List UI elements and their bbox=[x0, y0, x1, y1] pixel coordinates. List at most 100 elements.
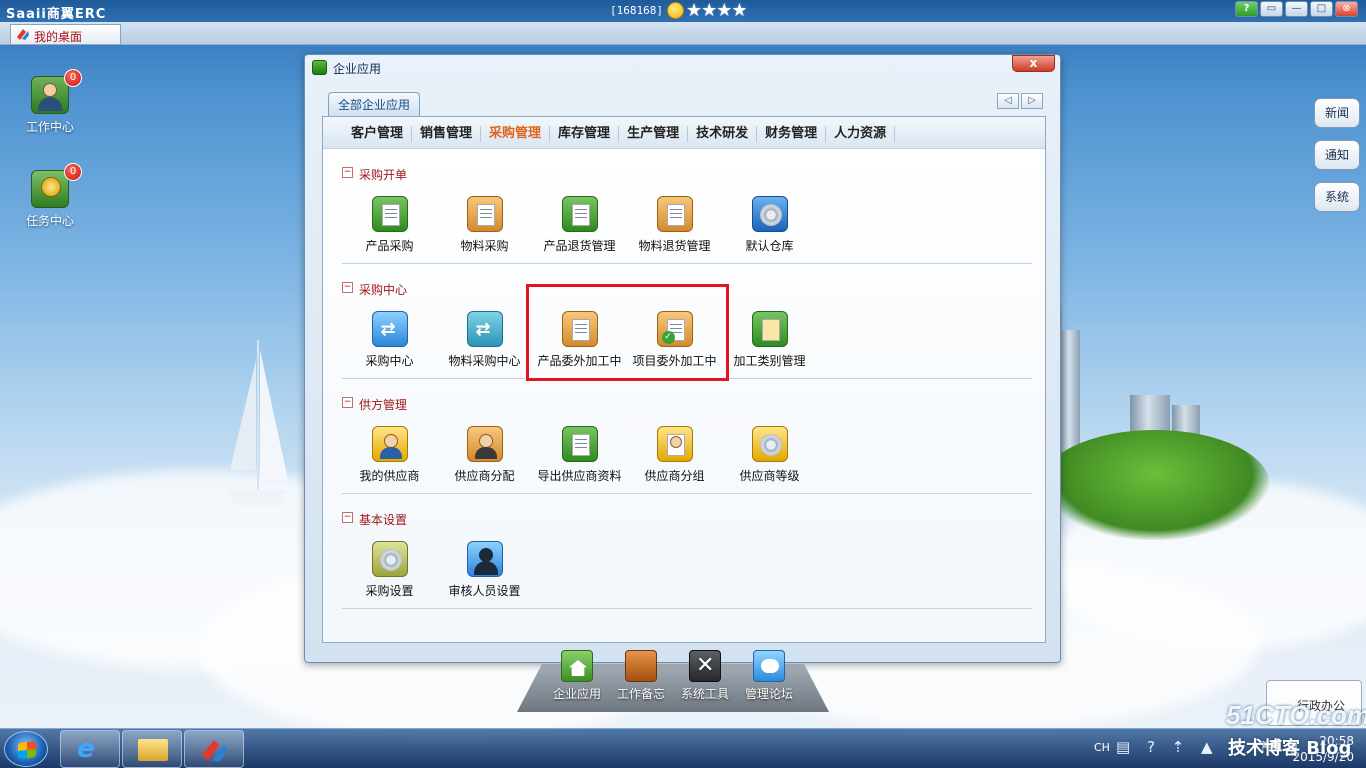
home-icon bbox=[561, 650, 593, 682]
app-my-suppliers[interactable]: 我的供应商 bbox=[342, 426, 437, 484]
chat-bubble-icon bbox=[753, 650, 785, 682]
app-dock: 企业应用 工作备忘 ✕ 系统工具 管理论坛 bbox=[517, 650, 829, 712]
app-processing-category[interactable]: 加工类别管理 bbox=[722, 311, 817, 369]
app-product-return[interactable]: 产品退货管理 bbox=[532, 196, 627, 254]
smiley-icon bbox=[667, 2, 684, 19]
minimize-button[interactable]: — bbox=[1285, 1, 1308, 17]
category-inventory[interactable]: 库存管理 bbox=[550, 126, 620, 142]
app-supplier-levels[interactable]: 供应商等级 bbox=[722, 426, 817, 484]
user-silhouette-icon bbox=[466, 541, 503, 577]
desktop-icon-work-center[interactable]: 0 工作中心 bbox=[20, 69, 82, 135]
exchange-arrows-icon: ⇄ bbox=[466, 311, 503, 347]
watermark-51cto: 51CTO.com bbox=[1226, 700, 1366, 730]
category-rnd[interactable]: 技术研发 bbox=[688, 126, 758, 142]
collapse-icon[interactable]: − bbox=[342, 512, 353, 523]
highlight-annotation bbox=[526, 284, 729, 381]
windows-logo-icon bbox=[18, 741, 36, 759]
person-icon bbox=[371, 426, 408, 462]
dock-enterprise-apps[interactable]: 企业应用 bbox=[547, 650, 607, 702]
category-finance[interactable]: 财务管理 bbox=[757, 126, 827, 142]
app-product-purchase[interactable]: 产品采购 bbox=[342, 196, 437, 254]
news-button[interactable]: 新闻 bbox=[1314, 98, 1360, 128]
dock-work-memo[interactable]: 工作备忘 bbox=[611, 650, 671, 702]
notification-badge: 0 bbox=[64, 163, 82, 181]
scroll-left-button[interactable]: ◁ bbox=[997, 93, 1019, 109]
gear-icon bbox=[751, 196, 788, 232]
gear-icon bbox=[751, 426, 788, 462]
desktop-icon-task-center[interactable]: 0 任务中心 bbox=[20, 163, 82, 229]
rating-stars: ★★★★ bbox=[686, 0, 748, 21]
taskbar-ie[interactable]: e bbox=[60, 730, 120, 768]
app-material-purchase-center[interactable]: ⇄ 物料采购中心 bbox=[437, 311, 532, 369]
sailboat-decoration bbox=[226, 340, 288, 505]
category-purchase[interactable]: 采购管理 bbox=[481, 126, 551, 142]
app-material-purchase[interactable]: 物料采购 bbox=[437, 196, 532, 254]
work-center-icon: 0 bbox=[31, 69, 82, 114]
section-divider bbox=[342, 493, 1032, 494]
category-production[interactable]: 生产管理 bbox=[619, 126, 689, 142]
tab-my-desktop-label: 我的桌面 bbox=[34, 30, 83, 44]
category-sales[interactable]: 销售管理 bbox=[412, 126, 482, 142]
section-title: 采购中心 bbox=[359, 283, 408, 297]
app-default-warehouse[interactable]: 默认仓库 bbox=[722, 196, 817, 254]
taskbar-explorer[interactable] bbox=[122, 730, 182, 768]
start-button[interactable] bbox=[4, 731, 48, 767]
user-id: [168168] bbox=[610, 4, 663, 17]
collapse-icon[interactable]: − bbox=[342, 282, 353, 293]
folder-icon bbox=[138, 739, 168, 761]
cabinet-icon bbox=[751, 311, 788, 347]
desktop-icon-label: 工作中心 bbox=[25, 120, 74, 134]
maximize-button[interactable]: □ bbox=[1310, 1, 1333, 17]
taskbar-erc-app[interactable] bbox=[184, 730, 244, 768]
section-title: 基本设置 bbox=[359, 513, 408, 527]
notice-button[interactable]: 通知 bbox=[1314, 140, 1360, 170]
app-reviewer-settings[interactable]: 审核人员设置 bbox=[437, 541, 532, 599]
app-material-return[interactable]: 物料退货管理 bbox=[627, 196, 722, 254]
tools-icon: ✕ bbox=[689, 650, 721, 682]
memo-book-icon bbox=[625, 650, 657, 682]
collapse-icon[interactable]: − bbox=[342, 167, 353, 178]
internet-explorer-icon: e bbox=[77, 734, 95, 764]
medal-icon: 0 bbox=[31, 163, 82, 208]
app-purchase-center[interactable]: ⇄ 采购中心 bbox=[342, 311, 437, 369]
system-button[interactable]: 系统 bbox=[1314, 182, 1360, 212]
document-icon bbox=[466, 196, 503, 232]
app-supplier-assignment[interactable]: 供应商分配 bbox=[437, 426, 532, 484]
window-close-button[interactable]: x bbox=[1012, 55, 1055, 72]
app-purchase-settings[interactable]: 采购设置 bbox=[342, 541, 437, 599]
app-logo-icon bbox=[17, 29, 29, 40]
section-divider bbox=[342, 608, 1032, 609]
window-titlebar[interactable]: 企业应用 x bbox=[305, 55, 1060, 79]
exchange-arrows-icon: ⇄ bbox=[371, 311, 408, 347]
dock-system-tools[interactable]: ✕ 系统工具 bbox=[675, 650, 735, 702]
desktop-tabstrip: 我的桌面 bbox=[0, 22, 1366, 45]
category-customer[interactable]: 客户管理 bbox=[343, 126, 413, 142]
window-controls: ? ▭ — □ ⊗ bbox=[1235, 1, 1358, 17]
help-button[interactable]: ? bbox=[1235, 1, 1258, 17]
app-title: Saaii商翼ERC bbox=[6, 7, 107, 22]
return-document-icon bbox=[656, 196, 693, 232]
return-document-icon bbox=[561, 196, 598, 232]
watermark-blog: 技术博客 Blog bbox=[1228, 738, 1352, 759]
app-export-suppliers[interactable]: 导出供应商资料 bbox=[532, 426, 627, 484]
tab-scroll-controls: ◁ ▷ bbox=[997, 93, 1043, 109]
skin-button[interactable]: ▭ bbox=[1260, 1, 1283, 17]
notification-badge: 0 bbox=[64, 69, 82, 87]
exit-button[interactable]: ⊗ bbox=[1335, 1, 1358, 17]
tab-my-desktop[interactable]: 我的桌面 bbox=[10, 24, 121, 44]
section-title: 采购开单 bbox=[359, 168, 408, 182]
scroll-right-button[interactable]: ▷ bbox=[1021, 93, 1043, 109]
category-bar: 客户管理 销售管理 采购管理 库存管理 生产管理 技术研发 财务管理 人力资源 bbox=[323, 117, 1045, 149]
section-divider bbox=[342, 263, 1032, 264]
tab-all-apps[interactable]: 全部企业应用 bbox=[328, 92, 420, 117]
app-supplier-groups[interactable]: 供应商分组 bbox=[627, 426, 722, 484]
apps-content: − 采购开单 产品采购 物料采购 产品退货管理 物料退货管理 默认仓库 − 采购… bbox=[323, 150, 1045, 642]
window-title: 企业应用 bbox=[333, 62, 382, 76]
collapse-icon[interactable]: − bbox=[342, 397, 353, 408]
person-card-icon bbox=[656, 426, 693, 462]
document-icon bbox=[371, 196, 408, 232]
section-title: 供方管理 bbox=[359, 398, 408, 412]
dock-management-forum[interactable]: 管理论坛 bbox=[739, 650, 799, 702]
category-hr[interactable]: 人力资源 bbox=[826, 126, 896, 142]
language-indicator[interactable]: CH bbox=[1094, 741, 1110, 754]
